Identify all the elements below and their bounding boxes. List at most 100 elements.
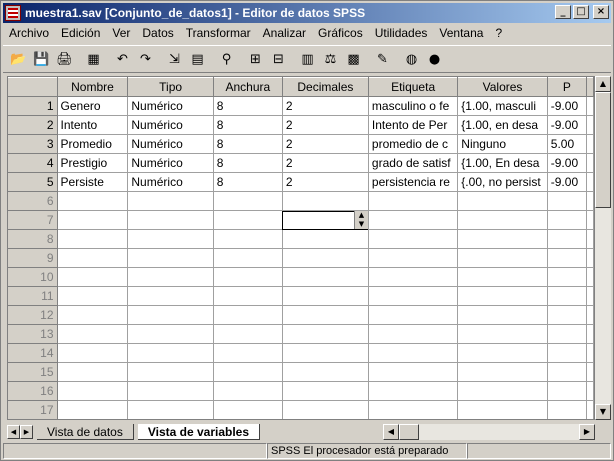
table-cell[interactable] xyxy=(547,210,588,230)
table-cell[interactable] xyxy=(127,324,214,344)
table-cell[interactable]: Numérico xyxy=(127,153,214,173)
table-cell[interactable]: 2 xyxy=(282,134,369,154)
table-cell[interactable] xyxy=(586,248,594,268)
table-cell[interactable] xyxy=(368,305,459,325)
table-cell[interactable] xyxy=(368,248,459,268)
table-cell[interactable] xyxy=(457,210,548,230)
table-cell[interactable] xyxy=(586,172,594,192)
table-cell[interactable]: Numérico xyxy=(127,134,214,154)
table-cell[interactable] xyxy=(127,362,214,382)
scroll-down-icon[interactable]: ▼ xyxy=(595,404,611,420)
column-header[interactable]: Tipo xyxy=(127,77,214,97)
table-cell[interactable] xyxy=(282,267,369,287)
table-cell[interactable]: Genero xyxy=(57,96,129,116)
table-cell[interactable] xyxy=(547,400,588,419)
table-cell[interactable] xyxy=(368,400,459,419)
menu-item-8[interactable]: Ventana xyxy=(433,26,489,40)
column-header[interactable]: Nombre xyxy=(57,77,129,97)
row-number[interactable]: 12 xyxy=(8,305,58,325)
maximize-button[interactable]: □ xyxy=(573,5,589,19)
table-cell[interactable]: 8 xyxy=(213,115,283,135)
table-cell[interactable]: -9.00 xyxy=(547,153,588,173)
menu-item-4[interactable]: Transformar xyxy=(180,26,257,40)
vertical-scroll-thumb[interactable] xyxy=(595,92,611,208)
table-cell[interactable] xyxy=(213,381,283,401)
table-cell[interactable] xyxy=(213,286,283,306)
table-cell[interactable] xyxy=(127,286,214,306)
column-header[interactable]: Decimales xyxy=(282,77,369,97)
variable-view-grid[interactable]: Nombre Tipo Anchura Decimales Etiqueta Valore… xyxy=(7,76,595,420)
table-cell[interactable] xyxy=(127,400,214,419)
table-cell[interactable] xyxy=(282,381,369,401)
weight-cases-icon[interactable]: ⚖ xyxy=(319,48,342,70)
row-number[interactable]: 11 xyxy=(8,286,58,306)
table-cell[interactable]: 2 xyxy=(282,172,369,192)
menu-item-3[interactable]: Datos xyxy=(136,26,179,40)
table-cell[interactable]: 8 xyxy=(213,134,283,154)
table-cell[interactable] xyxy=(57,248,129,268)
row-number[interactable]: 10 xyxy=(8,267,58,287)
table-cell[interactable] xyxy=(57,267,129,287)
title-bar[interactable]: muestra1.sav [Conjunto_de_datos1] - Edit… xyxy=(3,3,611,23)
table-cell[interactable] xyxy=(282,248,369,268)
table-cell[interactable] xyxy=(547,286,588,306)
table-cell[interactable]: -9.00 xyxy=(547,115,588,135)
table-cell[interactable]: 5.00 xyxy=(547,134,588,154)
row-number[interactable]: 13 xyxy=(8,324,58,344)
table-cell[interactable] xyxy=(213,210,283,230)
table-cell[interactable] xyxy=(586,229,594,249)
table-cell[interactable] xyxy=(57,362,129,382)
table-cell[interactable] xyxy=(457,286,548,306)
table-cell[interactable] xyxy=(213,362,283,382)
select-cases-icon[interactable]: ▩ xyxy=(342,48,365,70)
table-cell[interactable] xyxy=(547,362,588,382)
table-cell[interactable] xyxy=(57,400,129,419)
table-cell[interactable]: 2 xyxy=(282,96,369,116)
variables-icon[interactable]: ▤ xyxy=(186,48,209,70)
table-cell[interactable] xyxy=(586,286,594,306)
redo-icon[interactable]: ↷ xyxy=(134,48,157,70)
table-cell[interactable] xyxy=(547,191,588,211)
table-cell[interactable] xyxy=(547,305,588,325)
table-cell[interactable] xyxy=(368,362,459,382)
table-cell[interactable] xyxy=(57,286,129,306)
table-cell[interactable]: 2 xyxy=(282,153,369,173)
undo-icon[interactable]: ↶ xyxy=(111,48,134,70)
table-cell[interactable]: -9.00 xyxy=(547,96,588,116)
table-cell[interactable] xyxy=(457,267,548,287)
table-cell[interactable] xyxy=(586,96,594,116)
table-cell[interactable]: Promedio xyxy=(57,134,129,154)
table-cell[interactable] xyxy=(213,267,283,287)
show-all-icon[interactable]: ● xyxy=(423,48,446,70)
table-cell[interactable] xyxy=(282,343,369,363)
table-cell[interactable]: masculino o fe xyxy=(368,96,459,116)
tab-data-view[interactable]: Vista de datos xyxy=(37,424,134,440)
open-icon[interactable]: 📂 xyxy=(7,48,30,70)
table-cell[interactable] xyxy=(282,362,369,382)
table-cell[interactable] xyxy=(586,343,594,363)
table-cell[interactable] xyxy=(586,305,594,325)
table-cell[interactable]: 8 xyxy=(213,96,283,116)
row-number[interactable]: 9 xyxy=(8,248,58,268)
table-cell[interactable] xyxy=(586,400,594,419)
table-cell[interactable] xyxy=(57,305,129,325)
table-cell[interactable] xyxy=(586,267,594,287)
menu-item-1[interactable]: Edición xyxy=(55,26,106,40)
table-cell[interactable] xyxy=(57,210,129,230)
horizontal-scrollbar[interactable]: ◀ ▶ xyxy=(383,424,595,440)
menu-item-5[interactable]: Analizar xyxy=(257,26,312,40)
table-cell[interactable] xyxy=(547,229,588,249)
table-cell[interactable] xyxy=(368,286,459,306)
row-number[interactable]: 3 xyxy=(8,134,58,154)
scroll-right-icon[interactable]: ▶ xyxy=(579,424,595,440)
menu-item-9[interactable]: ? xyxy=(489,26,508,40)
table-cell[interactable] xyxy=(368,229,459,249)
table-cell[interactable]: 8 xyxy=(213,172,283,192)
table-cell[interactable] xyxy=(213,305,283,325)
table-cell[interactable] xyxy=(457,400,548,419)
table-cell[interactable] xyxy=(127,191,214,211)
table-cell[interactable] xyxy=(213,400,283,419)
row-number[interactable]: 14 xyxy=(8,343,58,363)
column-header[interactable]: Etiqueta xyxy=(368,77,459,97)
table-cell[interactable] xyxy=(586,153,594,173)
